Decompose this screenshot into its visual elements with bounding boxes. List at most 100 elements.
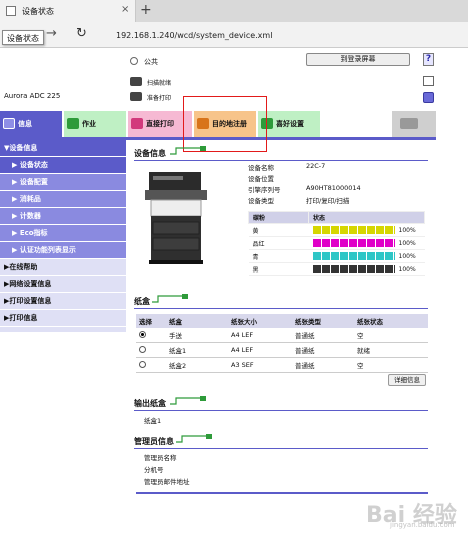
device-field-label: 设备位置 <box>248 175 274 183</box>
tooltip: 设备状态 <box>2 30 44 45</box>
tray-radio[interactable] <box>139 345 146 353</box>
tray-table: 选择 纸盒 纸张大小 纸张类型 纸张状态 手送 A4 LEF 普通纸空纸盒1 A4 L… <box>136 314 428 373</box>
tray-select-cell <box>136 342 166 358</box>
section-flag-icon <box>176 434 212 443</box>
browser-tab[interactable]: 设备状态 × <box>0 0 136 22</box>
sidebar-item[interactable]: ▶ 消耗品 <box>0 191 126 208</box>
tab-label: 作业 <box>82 120 96 128</box>
tab-admin[interactable] <box>392 111 436 137</box>
tray-select-cell <box>136 357 166 373</box>
output-tray-value: 纸盒1 <box>144 417 162 425</box>
admin-field-label: 管理员邮件地址 <box>144 478 190 486</box>
page-icon <box>6 6 16 16</box>
sidebar-item[interactable]: ▶打印设置信息 <box>0 293 126 310</box>
device-field-value: A90HT81000014 <box>306 184 361 192</box>
scanner-icon <box>130 77 142 86</box>
tray-radio[interactable] <box>139 360 146 368</box>
tray-type: 普通纸 <box>292 328 354 343</box>
sidebar-item[interactable]: ▶打印信息 <box>0 310 126 327</box>
printer-icon <box>130 92 142 101</box>
details-button[interactable]: 详细信息 <box>388 374 426 386</box>
toner-name: 青 <box>248 249 309 263</box>
device-field-label: 引擎序列号 <box>248 186 281 194</box>
watermark-url: jingyan.baidu.com <box>390 521 455 529</box>
toner-table: 碳粉 状态 黄 100% 品红 100% 青 100% 黑 100% <box>248 211 425 276</box>
tray-type: 普通纸 <box>292 342 354 358</box>
toner-level-bar <box>312 252 395 260</box>
toner-name: 黄 <box>248 223 309 237</box>
forward-icon[interactable]: → <box>46 26 57 41</box>
tray-status: 空 <box>354 357 428 373</box>
refresh-icon[interactable]: ↻ <box>76 26 87 41</box>
device-field-label: 设备名称 <box>248 164 274 172</box>
toner-bar-track <box>312 265 395 273</box>
url-field[interactable]: 192.168.1.240/wcd/system_device.xml <box>116 31 272 40</box>
device-field-label: 设备类型 <box>248 197 274 205</box>
admin-field-label: 分机号 <box>144 466 164 474</box>
toner-percent: 100% <box>398 226 416 234</box>
tray-name: 纸盒1 <box>166 342 228 358</box>
tab-label: 直接打印 <box>146 120 174 128</box>
tray-row: 手送 A4 LEF 普通纸空 <box>136 328 428 343</box>
sidebar-item[interactable]: ▶ 计数器 <box>0 208 126 225</box>
new-tab-icon[interactable]: + <box>140 2 152 18</box>
sidebar-item[interactable]: ▶ 认证功能列表显示 <box>0 242 126 259</box>
tray-select-cell <box>136 328 166 343</box>
sidebar-item[interactable]: ▶网络设置信息 <box>0 276 126 293</box>
device-field-value: 22C-7 <box>306 162 326 170</box>
refresh-page-icon[interactable] <box>423 92 434 103</box>
toner-level-bar <box>312 265 395 273</box>
model-name: Aurora ADC 225 <box>4 92 61 100</box>
sidebar-item[interactable]: ▶在线帮助 <box>0 259 126 276</box>
network-icon[interactable] <box>423 76 434 86</box>
tab-label: 信息 <box>18 120 32 128</box>
job-icon <box>67 118 79 129</box>
admin-field-label: 管理员名称 <box>144 454 177 462</box>
tab-job[interactable]: 作业 <box>64 111 126 137</box>
status-header: 状态 <box>308 211 425 224</box>
output-tray-title: 输出纸盒 <box>134 399 166 408</box>
section-flag-icon <box>170 396 206 405</box>
section-divider <box>134 160 428 161</box>
toner-header: 碳粉 <box>248 211 309 224</box>
toner-row: 品红 100% <box>248 236 425 250</box>
toner-percent: 100% <box>398 265 416 273</box>
scan-status: 扫描就绪 <box>147 80 172 87</box>
device-field-value: 打印/复印/扫描 <box>306 197 350 205</box>
sidebar-item[interactable]: ▼设备信息 <box>0 140 126 157</box>
tray-status: 就绪 <box>354 342 428 358</box>
admin-info-title: 管理员信息 <box>134 437 174 446</box>
toner-level-bar <box>312 226 395 234</box>
sidebar-item[interactable]: ▶ Eco指标 <box>0 225 126 242</box>
toner-name: 品红 <box>248 236 309 250</box>
tray-size: A3 SEF <box>228 357 292 373</box>
toner-row: 黄 100% <box>248 223 425 237</box>
tray-header: 纸张大小 <box>228 314 292 328</box>
toner-bar-track <box>312 226 395 234</box>
help-icon[interactable]: ? <box>423 53 434 66</box>
login-screen-button[interactable]: 到登录屏幕 <box>306 53 410 66</box>
toner-level-bar <box>312 239 395 247</box>
toner-status: 100% <box>308 249 425 263</box>
toner-status: 100% <box>308 236 425 250</box>
tray-name: 纸盒2 <box>166 357 228 373</box>
tray-radio[interactable] <box>139 330 146 338</box>
tray-title: 纸盒 <box>134 297 150 306</box>
print-icon <box>131 118 143 129</box>
camera-icon <box>400 118 418 129</box>
tab-info[interactable]: 信息 <box>0 111 62 137</box>
toner-name: 黑 <box>248 262 309 276</box>
toner-bar-track <box>312 239 395 247</box>
tray-type: 普通纸 <box>292 357 354 373</box>
tray-row: 纸盒2 A3 SEF 普通纸空 <box>136 357 428 373</box>
close-tab-icon[interactable]: × <box>121 4 129 15</box>
tray-size: A4 LEF <box>228 342 292 358</box>
user-label: 公共 <box>144 58 158 66</box>
tray-size: A4 LEF <box>228 328 292 343</box>
tab-preferences[interactable]: 喜好设置 <box>258 111 320 137</box>
sidebar-item[interactable]: ▶ 设备状态 <box>0 157 126 174</box>
sidebar-item[interactable]: ▶ 设备配置 <box>0 174 126 191</box>
printer-image <box>145 172 207 264</box>
user-icon <box>130 57 138 65</box>
browser-tab-title: 设备状态 <box>22 7 54 16</box>
